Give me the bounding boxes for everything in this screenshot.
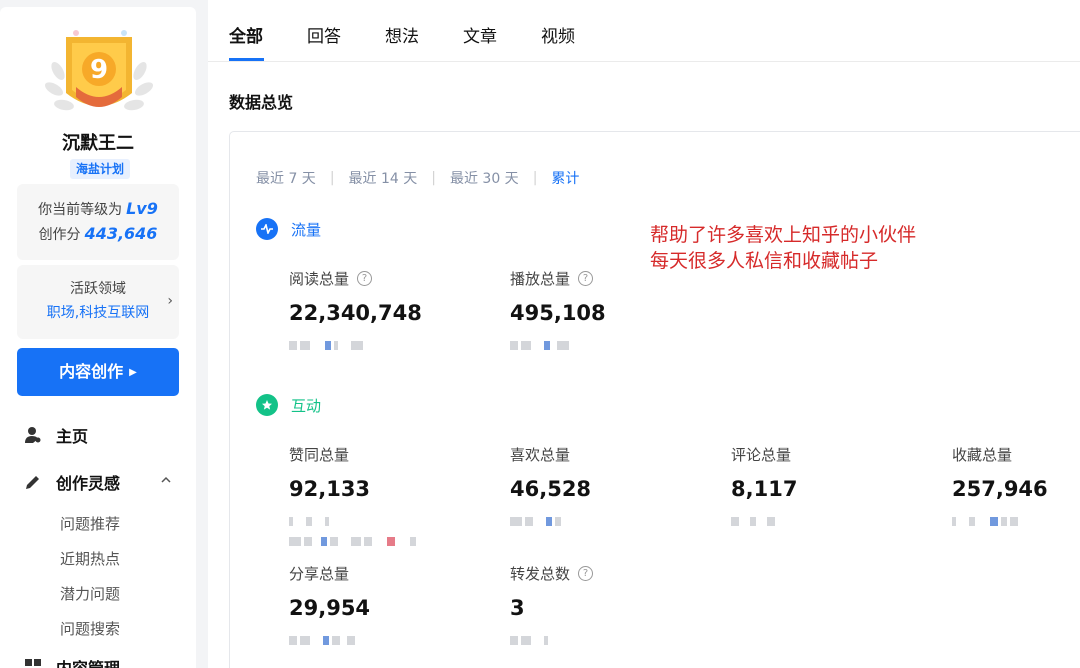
category-interaction-label: 互动 — [291, 396, 322, 415]
chevron-up-icon[interactable] — [160, 474, 172, 486]
range-30-days[interactable]: 最近 30 天 — [450, 168, 519, 188]
category-traffic: 流量 — [256, 218, 321, 240]
blurred-text — [289, 535, 416, 547]
create-button-label: 内容创作 — [59, 362, 124, 381]
tab-thoughts[interactable]: 想法 — [385, 22, 419, 47]
level-badge-icon: 9 — [44, 30, 154, 111]
annotation-line-1: 帮助了许多喜欢上知乎的小伙伴 — [650, 224, 917, 246]
active-domain-box[interactable]: 活跃领域 职场,科技互联网 › — [17, 265, 179, 339]
blurred-text — [510, 515, 591, 527]
metric-collects-label: 收藏总量 — [952, 446, 1013, 464]
range-divider: | — [329, 170, 335, 186]
blurred-text — [731, 515, 797, 527]
blurred-text — [510, 339, 606, 351]
metric-plays: 播放总量? 495,108 — [510, 268, 606, 351]
range-cumulative[interactable]: 累计 — [551, 168, 579, 188]
domain-title: 活跃领域 — [70, 281, 126, 297]
tab-bar: 全部 回答 想法 文章 视频 — [208, 0, 1080, 62]
metric-forwards-label: 转发总数 — [510, 565, 571, 583]
score-prefix: 创作分 — [38, 227, 81, 243]
range-7-days[interactable]: 最近 7 天 — [256, 168, 316, 188]
category-interaction: 互动 — [256, 394, 321, 416]
domain-value: 职场,科技互联网 — [46, 305, 150, 321]
nav-label-inspiration: 创作灵感 — [56, 474, 121, 493]
tab-articles[interactable]: 文章 — [463, 22, 497, 47]
blurred-text — [510, 634, 593, 646]
metric-collects-value: 257,946 — [952, 477, 1048, 501]
star-icon — [256, 394, 278, 416]
grid-icon — [25, 659, 41, 666]
annotation-text: 帮助了许多喜欢上知乎的小伙伴 每天很多人私信和收藏帖子 — [650, 222, 916, 274]
metric-collects: 收藏总量 257,946 — [952, 444, 1048, 527]
metric-comments-value: 8,117 — [731, 477, 798, 501]
content-create-button[interactable]: 内容创作 ▶ — [17, 348, 179, 396]
sidebar: 9 沉默王二 海盐计划 你当前等级为 Lv9 创作分 443,646 活跃领域 职场… — [0, 7, 196, 668]
metric-comments: 评论总量 8,117 — [731, 444, 797, 527]
range-filter: 最近 7 天 | 最近 14 天 | 最近 30 天 | 累计 — [256, 168, 579, 188]
metric-likes-value: 92,133 — [289, 477, 371, 501]
sub-item-question-search[interactable]: 问题搜索 — [60, 617, 120, 641]
help-icon[interactable]: ? — [578, 566, 594, 581]
blurred-text — [289, 515, 416, 527]
metric-reads: 阅读总量? 22,340,748 — [289, 268, 422, 351]
sub-item-potential-questions[interactable]: 潜力问题 — [60, 582, 120, 606]
user-icon — [25, 427, 41, 443]
sub-item-hot-topics[interactable]: 近期热点 — [60, 547, 120, 571]
level-prefix: 你当前等级为 — [38, 202, 123, 218]
nav-label-content-manage: 内容管理 — [56, 655, 120, 668]
nav-label-home: 主页 — [56, 427, 89, 446]
sub-item-question-recommend[interactable]: 问题推荐 — [60, 512, 120, 536]
metric-reads-label: 阅读总量 — [289, 270, 350, 288]
metric-shares: 分享总量 29,954 — [289, 563, 370, 646]
tab-all[interactable]: 全部 — [229, 22, 263, 47]
active-tab-indicator — [229, 58, 264, 61]
metric-plays-value: 495,108 — [510, 301, 606, 325]
level-info-box: 你当前等级为 Lv9 创作分 443,646 — [17, 184, 179, 260]
level-value: Lv9 — [126, 199, 158, 218]
chevron-right-icon: › — [167, 293, 173, 309]
annotation-line-2: 每天很多人私信和收藏帖子 — [650, 250, 879, 272]
range-14-days[interactable]: 最近 14 天 — [349, 168, 418, 188]
blurred-text — [952, 515, 1048, 527]
metric-plays-label: 播放总量 — [510, 270, 571, 288]
nav-item-home[interactable]: 主页 — [24, 420, 88, 450]
metric-favs: 喜欢总量 46,528 — [510, 444, 591, 527]
section-title: 数据总览 — [229, 93, 294, 112]
metric-reads-value: 22,340,748 — [289, 301, 422, 325]
blurred-text — [289, 634, 370, 646]
metric-favs-label: 喜欢总量 — [510, 446, 571, 464]
metric-likes-label: 赞同总量 — [289, 446, 350, 464]
metric-likes: 赞同总量 92,133 — [289, 444, 416, 547]
svg-text:9: 9 — [90, 55, 108, 85]
range-divider: | — [532, 170, 538, 186]
blurred-text — [289, 339, 422, 351]
nav-item-inspiration[interactable]: 创作灵感 — [24, 467, 171, 497]
metric-shares-value: 29,954 — [289, 596, 371, 620]
pencil-icon — [26, 476, 39, 489]
tab-videos[interactable]: 视频 — [541, 22, 575, 47]
metric-shares-label: 分享总量 — [289, 565, 350, 583]
help-icon[interactable]: ? — [578, 271, 594, 286]
triangle-right-icon: ▶ — [129, 367, 137, 378]
plan-tag[interactable]: 海盐计划 — [70, 159, 130, 179]
main-panel: 全部 回答 想法 文章 视频 数据总览 最近 7 天 | 最近 14 天 | 最… — [208, 0, 1080, 668]
metric-forwards: 转发总数? 3 — [510, 563, 594, 646]
tab-answers[interactable]: 回答 — [307, 22, 341, 47]
pulse-icon — [256, 218, 278, 240]
metric-favs-value: 46,528 — [510, 477, 592, 501]
metric-forwards-value: 3 — [510, 596, 525, 620]
overview-card: 最近 7 天 | 最近 14 天 | 最近 30 天 | 累计 流量 阅读总量?… — [229, 131, 1080, 668]
username: 沉默王二 — [62, 133, 134, 154]
score-value: 443,646 — [84, 224, 158, 243]
nav-item-content-manage[interactable]: 内容管理 — [24, 652, 120, 668]
range-divider: | — [431, 170, 436, 186]
metric-comments-label: 评论总量 — [731, 446, 792, 464]
category-traffic-label: 流量 — [291, 220, 322, 239]
help-icon[interactable]: ? — [357, 271, 373, 286]
